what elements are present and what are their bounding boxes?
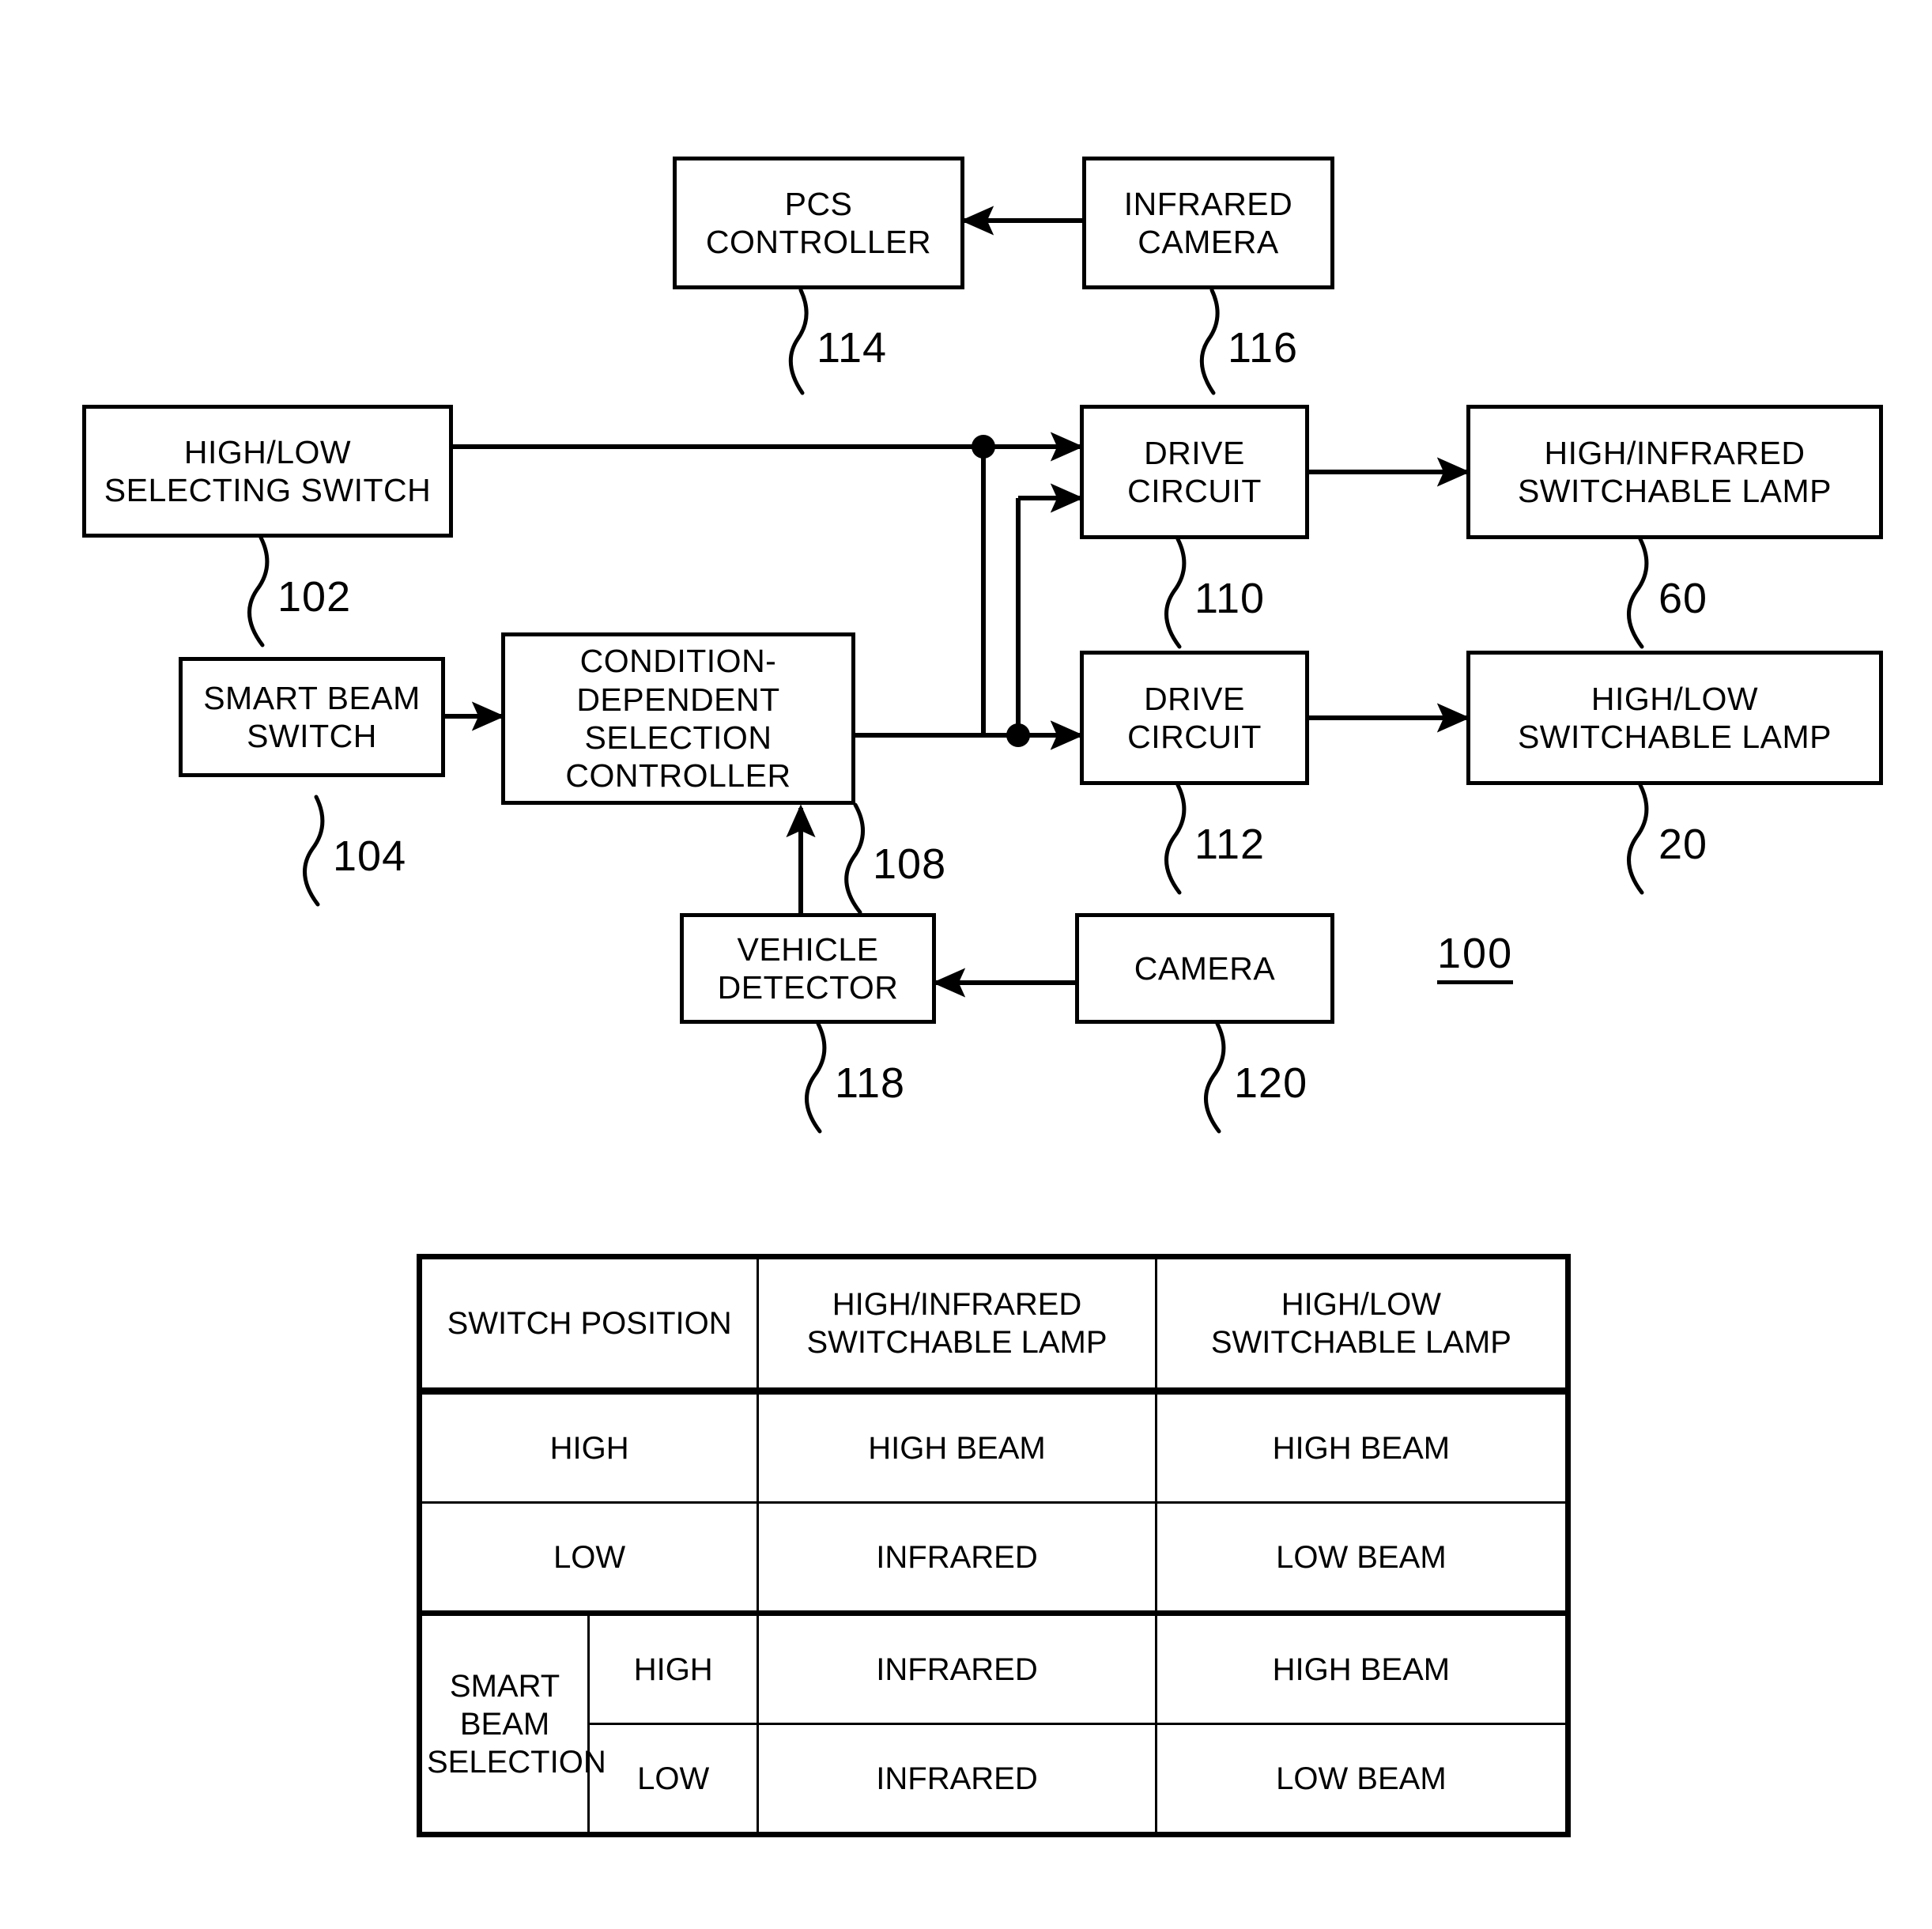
block-drive-circuit-112[interactable]: DRIVE CIRCUIT (1080, 651, 1309, 785)
cell-hi-ir-lamp-smart-high: INFRARED (757, 1610, 1157, 1725)
cell-hi-lo-lamp-smart-low: LOW BEAM (1154, 1723, 1572, 1837)
block-camera[interactable]: CAMERA (1075, 913, 1334, 1024)
table-body: HIGH HIGH BEAM HIGH BEAM LOW INFRARED LO… (416, 1390, 1572, 1837)
leader-110 (1164, 537, 1187, 649)
block-pcs-controller[interactable]: PCS CONTROLLER (673, 157, 964, 289)
block-high-low-selecting-switch[interactable]: HIGH/LOW SELECTING SWITCH (82, 405, 453, 538)
cell-hi-ir-lamp-low: INFRARED (757, 1501, 1157, 1614)
ref-numeral-104: 104 (333, 832, 407, 880)
leader-104 (303, 795, 325, 907)
table-header-switch-position: SWITCH POSITION (416, 1254, 760, 1395)
block-condition-dependent-selection-controller[interactable]: CONDITION-DEPENDENT SELECTION CONTROLLER (501, 632, 855, 805)
block-high-low-switchable-lamp[interactable]: HIGH/LOW SWITCHABLE LAMP (1466, 651, 1883, 785)
leader-118 (805, 1021, 827, 1134)
leader-114 (788, 288, 809, 395)
cell-sub-position-low: LOW (587, 1723, 760, 1837)
ref-numeral-112: 112 (1194, 821, 1266, 868)
cell-hi-ir-lamp-high: HIGH BEAM (757, 1390, 1157, 1504)
table-header-high-low-lamp: HIGH/LOW SWITCHABLE LAMP (1154, 1254, 1572, 1395)
cell-hi-lo-lamp-low: LOW BEAM (1154, 1501, 1572, 1614)
block-vehicle-detector[interactable]: VEHICLE DETECTOR (680, 913, 936, 1024)
ref-numeral-60: 60 (1658, 575, 1708, 622)
leader-20 (1627, 783, 1649, 895)
switch-position-truth-table: SWITCH POSITION HIGH/INFRARED SWITCHABLE… (416, 1254, 1572, 1837)
table-header-high-infrared-lamp: HIGH/INFRARED SWITCHABLE LAMP (757, 1254, 1157, 1395)
ref-numeral-20: 20 (1658, 821, 1708, 868)
cell-hi-lo-lamp-high: HIGH BEAM (1154, 1390, 1572, 1504)
cell-switch-position-smart-beam-selection: SMART BEAM SELECTION (416, 1610, 606, 1837)
block-high-infrared-switchable-lamp[interactable]: HIGH/INFRARED SWITCHABLE LAMP (1466, 405, 1883, 539)
block-infrared-camera[interactable]: INFRARED CAMERA (1082, 157, 1334, 289)
leader-112 (1164, 783, 1187, 895)
table-header-row: SWITCH POSITION HIGH/INFRARED SWITCHABLE… (416, 1254, 1572, 1395)
table-header: SWITCH POSITION HIGH/INFRARED SWITCHABLE… (416, 1254, 1572, 1395)
ref-numeral-116: 116 (1228, 324, 1299, 372)
ref-numeral-110: 110 (1194, 575, 1266, 622)
junction-dot-upper (972, 435, 995, 459)
table-row: HIGH HIGH BEAM HIGH BEAM (416, 1390, 1572, 1504)
ref-numeral-102: 102 (277, 573, 352, 621)
table-row: SMART BEAM SELECTION HIGH INFRARED HIGH … (416, 1610, 1572, 1837)
figure-main-reference: 100 (1437, 929, 1514, 984)
cell-sub-position-high: HIGH (587, 1610, 760, 1725)
ref-numeral-118: 118 (835, 1059, 906, 1107)
ref-numeral-114: 114 (817, 324, 888, 372)
cell-hi-ir-lamp-smart-low: INFRARED (757, 1723, 1157, 1837)
leader-108 (844, 802, 865, 915)
table-row: LOW INFRARED LOW BEAM (416, 1501, 1572, 1614)
leader-60 (1627, 537, 1649, 649)
leader-102 (247, 535, 270, 647)
cell-hi-lo-lamp-smart-high: HIGH BEAM (1154, 1610, 1572, 1725)
junction-dot-lower (1006, 723, 1030, 747)
patent-figure: PCS CONTROLLER INFRARED CAMERA HIGH/LOW … (0, 0, 1932, 1929)
ref-numeral-108: 108 (873, 840, 947, 888)
leader-116 (1199, 288, 1220, 395)
block-smart-beam-switch[interactable]: SMART BEAM SWITCH (179, 657, 445, 777)
cell-switch-position-low: LOW (416, 1501, 760, 1614)
block-drive-circuit-110[interactable]: DRIVE CIRCUIT (1080, 405, 1309, 539)
cell-switch-position-high: HIGH (416, 1390, 760, 1504)
leader-120 (1204, 1021, 1226, 1134)
ref-numeral-120: 120 (1234, 1059, 1308, 1107)
